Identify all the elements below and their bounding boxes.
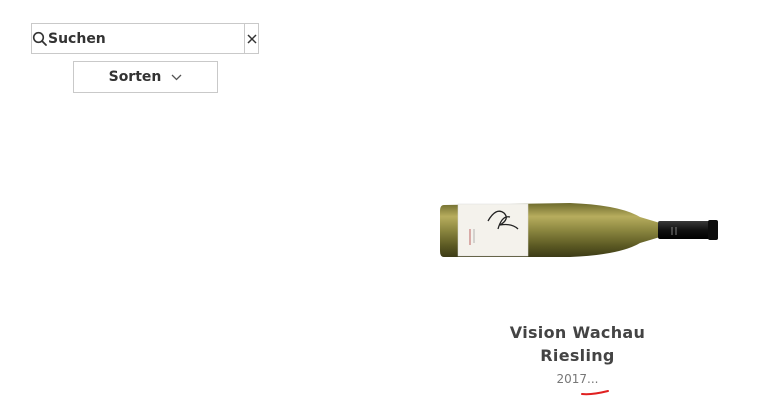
- clear-search-button[interactable]: [244, 24, 258, 53]
- product-vintage: 2017...: [556, 372, 599, 386]
- sort-dropdown-button[interactable]: Sorten: [73, 61, 218, 93]
- close-icon: [246, 33, 257, 44]
- annotation-mark: [581, 390, 609, 396]
- product-title[interactable]: Vision Wachau Riesling: [430, 321, 725, 367]
- product-card[interactable]: Vision Wachau Riesling 2017...: [430, 188, 725, 403]
- search-icon[interactable]: [32, 24, 48, 53]
- sort-label: Sorten: [108, 69, 162, 85]
- search-box[interactable]: [31, 23, 259, 54]
- search-icon-graphic: [32, 31, 47, 46]
- product-title-line1: Vision Wachau: [509, 323, 646, 342]
- search-input[interactable]: [48, 25, 244, 52]
- product-title-line2: Riesling: [540, 346, 615, 365]
- chevron-down-icon: [171, 74, 182, 80]
- page: Sorten: [0, 0, 773, 417]
- wine-bottle-image[interactable]: [440, 199, 720, 261]
